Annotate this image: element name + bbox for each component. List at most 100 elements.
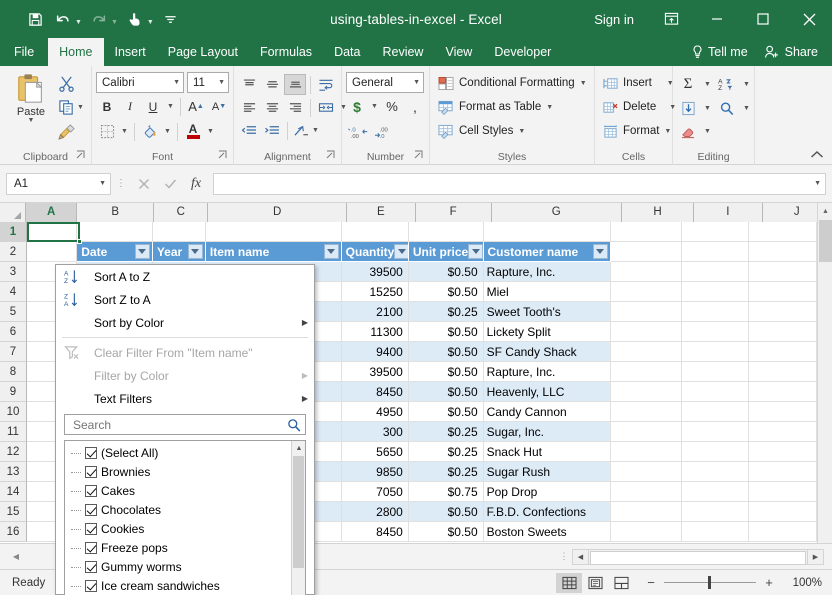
cell-E1[interactable] [342,222,409,242]
row-header-1[interactable]: 1 [0,222,27,242]
filter-list-item[interactable]: Ice cream sandwiches [67,576,291,595]
cell-F14[interactable]: $0.75 [409,482,484,502]
cell-E9[interactable]: 8450 [342,382,409,402]
enter-icon[interactable] [157,173,183,195]
cell-J6[interactable] [749,322,817,342]
cell-E4[interactable]: 15250 [342,282,409,302]
cell-G13[interactable]: Sugar Rush [484,462,611,482]
wrap-text-button[interactable] [315,74,337,95]
column-header-e[interactable]: E [347,203,415,222]
cell-H14[interactable] [611,482,682,502]
cell-H16[interactable] [611,522,682,542]
cell-I6[interactable] [682,322,749,342]
cell-H4[interactable] [611,282,682,302]
percent-style-button[interactable]: % [381,96,403,117]
cell-G15[interactable]: F.B.D. Confections [484,502,611,522]
row-header-3[interactable]: 3 [0,262,27,282]
cell-E8[interactable]: 39500 [342,362,409,382]
cell-J2[interactable] [749,242,817,262]
checkbox[interactable] [85,466,97,478]
cell-G16[interactable]: Boston Sweets [484,522,611,542]
cell-H6[interactable] [611,322,682,342]
cell-F6[interactable]: $0.50 [409,322,484,342]
cell-J8[interactable] [749,362,817,382]
column-header-f[interactable]: F [416,203,492,222]
scroll-left-icon[interactable]: ◀ [572,549,589,565]
filter-button-C[interactable] [188,244,203,259]
row-header-4[interactable]: 4 [0,282,27,302]
cell-H2[interactable] [611,242,682,262]
filter-button-B[interactable] [135,244,150,259]
cell-G1[interactable] [484,222,611,242]
cell-E16[interactable]: 8450 [342,522,409,542]
align-top-button[interactable] [238,74,260,95]
cell-J11[interactable] [749,422,817,442]
filter-list-item[interactable]: Cakes [67,481,291,500]
filter-list-item[interactable]: Brownies [67,462,291,481]
table-header-D[interactable]: Item name [206,242,342,262]
cell-I10[interactable] [682,402,749,422]
merge-and-center-button[interactable] [315,97,337,118]
checkbox[interactable] [85,485,97,497]
cut-button[interactable] [58,73,84,94]
select-all-corner[interactable] [0,203,26,222]
cell-J13[interactable] [749,462,817,482]
cell-G14[interactable]: Pop Drop [484,482,611,502]
filter-button-G[interactable] [593,244,608,259]
filter-list-item[interactable]: Freeze pops [67,538,291,557]
table-header-G[interactable]: Customer name [484,242,611,262]
tab-view[interactable]: View [434,38,483,66]
cell-E3[interactable]: 39500 [342,262,409,282]
cell-F4[interactable]: $0.50 [409,282,484,302]
horizontal-scroll-track[interactable] [589,549,807,565]
tab-file[interactable]: File [0,38,48,66]
cell-E14[interactable]: 7050 [342,482,409,502]
cell-D1[interactable] [206,222,342,242]
cell-F8[interactable]: $0.50 [409,362,484,382]
cell-I14[interactable] [682,482,749,502]
orientation-button[interactable]: ▼ [292,120,320,141]
cell-J7[interactable] [749,342,817,362]
filter-list-item[interactable]: Gummy worms [67,557,291,576]
number-dialog-launcher[interactable] [414,150,426,162]
cell-E10[interactable]: 4950 [342,402,409,422]
cell-A1[interactable] [27,222,77,242]
copy-button[interactable]: ▼ [58,97,84,118]
cell-H12[interactable] [611,442,682,462]
cell-styles-button[interactable]: Cell Styles ▼ [434,120,591,142]
fill-button[interactable] [677,98,699,119]
fill-dropdown-caret[interactable]: ▼ [702,98,713,119]
collapse-ribbon-button[interactable] [810,150,824,160]
format-as-table-button[interactable]: Format as Table ▼ [434,96,591,118]
cell-H15[interactable] [611,502,682,522]
row-header-8[interactable]: 8 [0,362,27,382]
menu-item-sort-a-to-z[interactable]: AZ Sort A to Z [56,265,314,288]
redo-icon[interactable] [86,6,112,32]
paste-dropdown-caret[interactable]: ▼ [28,118,35,124]
tab-insert[interactable]: Insert [104,38,157,66]
cell-G4[interactable]: Miel [484,282,611,302]
filter-list-scroll-thumb[interactable] [293,456,304,568]
row-header-10[interactable]: 10 [0,402,27,422]
vertical-scroll-thumb[interactable] [819,220,832,262]
tab-home[interactable]: Home [48,38,103,66]
tab-formulas[interactable]: Formulas [249,38,323,66]
borders-dropdown-caret[interactable]: ▼ [119,121,130,142]
accounting-format-button[interactable]: $ [346,96,368,117]
search-icon[interactable] [287,418,301,432]
ribbon-display-options-icon[interactable] [648,0,694,38]
table-header-F[interactable]: Unit price [409,242,484,262]
cell-I3[interactable] [682,262,749,282]
checkbox[interactable] [85,523,97,535]
customize-quick-access-icon[interactable] [158,6,184,32]
cell-J5[interactable] [749,302,817,322]
cell-I2[interactable] [682,242,749,262]
zoom-out-button[interactable]: − [644,575,658,590]
zoom-slider-thumb[interactable] [708,576,711,589]
zoom-in-button[interactable]: + [762,575,776,590]
filter-list-item[interactable]: (Select All) [67,443,291,462]
clipboard-dialog-launcher[interactable] [76,150,88,162]
underline-button[interactable]: U [142,96,164,117]
align-left-button[interactable] [238,97,260,118]
cell-H5[interactable] [611,302,682,322]
